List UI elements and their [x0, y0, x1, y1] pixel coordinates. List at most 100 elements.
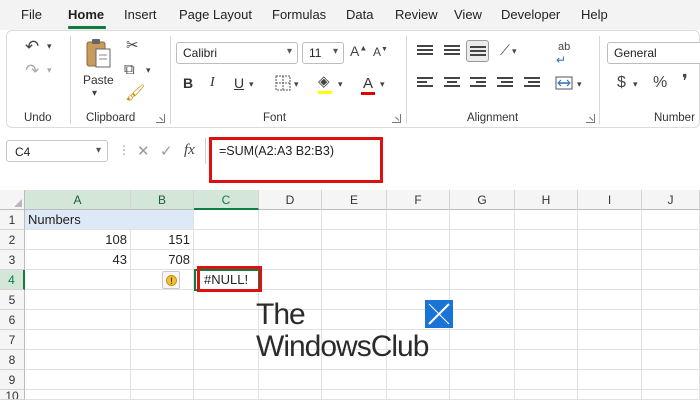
- grid-cell[interactable]: [578, 370, 642, 390]
- borders-dropdown-icon[interactable]: ▾: [294, 80, 299, 89]
- menu-formulas[interactable]: Formulas: [272, 7, 326, 22]
- grid-cell[interactable]: [450, 390, 515, 400]
- column-header-b[interactable]: B: [131, 190, 194, 210]
- grid-cell[interactable]: [387, 370, 450, 390]
- cell-b2[interactable]: 151: [131, 230, 194, 250]
- decrease-font-icon[interactable]: A▼: [373, 46, 388, 58]
- middle-align-icon[interactable]: [444, 45, 460, 57]
- select-all-corner[interactable]: [0, 190, 25, 210]
- column-header-a[interactable]: A: [25, 190, 131, 210]
- grid-cell[interactable]: [131, 290, 194, 310]
- row-header-3[interactable]: 3: [0, 250, 25, 270]
- grid-cell[interactable]: [131, 350, 194, 370]
- increase-indent-icon[interactable]: [524, 77, 540, 89]
- menu-data[interactable]: Data: [346, 7, 373, 22]
- grid-cell[interactable]: [450, 270, 515, 290]
- underline-dropdown-icon[interactable]: ▾: [249, 80, 254, 89]
- grid-cell[interactable]: [322, 310, 387, 330]
- bottom-align-button[interactable]: [466, 40, 489, 62]
- font-launcher-icon[interactable]: [392, 114, 401, 123]
- percent-button[interactable]: %: [653, 75, 667, 91]
- undo-icon[interactable]: ↶: [25, 38, 39, 55]
- grid-cell[interactable]: [515, 330, 578, 350]
- copy-dropdown-icon[interactable]: ▾: [146, 66, 151, 75]
- column-header-c[interactable]: C: [194, 190, 259, 210]
- increase-font-icon[interactable]: A▲: [350, 44, 367, 58]
- menu-developer[interactable]: Developer: [501, 7, 560, 22]
- grid-cell[interactable]: [194, 370, 259, 390]
- grid-cell[interactable]: [259, 370, 322, 390]
- grid-cell[interactable]: [387, 270, 450, 290]
- grid-cell[interactable]: [259, 270, 322, 290]
- menu-page-layout[interactable]: Page Layout: [179, 7, 252, 22]
- orientation-icon[interactable]: ⟋: [500, 43, 510, 57]
- font-color-dropdown-icon[interactable]: ▾: [380, 80, 385, 89]
- grid-cell[interactable]: [194, 330, 259, 350]
- insert-function-button[interactable]: fx: [184, 142, 195, 159]
- grid-cell[interactable]: [450, 310, 515, 330]
- font-family-select[interactable]: Calibri ▾: [176, 42, 298, 64]
- row-header-10[interactable]: 10: [0, 390, 25, 400]
- grid-cell[interactable]: [194, 230, 259, 250]
- row-header-6[interactable]: 6: [0, 310, 25, 330]
- name-box[interactable]: C4 ▾: [6, 140, 108, 162]
- font-size-select[interactable]: 11 ▾: [302, 42, 344, 64]
- grid-cell[interactable]: [578, 230, 642, 250]
- grid-cell[interactable]: [194, 390, 259, 400]
- grid-cell[interactable]: [578, 310, 642, 330]
- row-header-9[interactable]: 9: [0, 370, 25, 390]
- grid-cell[interactable]: [642, 290, 700, 310]
- redo-dropdown-icon[interactable]: ▾: [47, 66, 52, 75]
- cell-b3[interactable]: 708: [131, 250, 194, 270]
- grid-cell[interactable]: [194, 290, 259, 310]
- undo-dropdown-icon[interactable]: ▾: [47, 42, 52, 51]
- grid-cell[interactable]: [578, 330, 642, 350]
- grid-cell[interactable]: [259, 390, 322, 400]
- cut-icon[interactable]: ✂: [126, 38, 139, 53]
- grid-cell[interactable]: [642, 210, 700, 230]
- column-header-j[interactable]: J: [642, 190, 700, 210]
- grid-cell[interactable]: [322, 290, 387, 310]
- grid-cell[interactable]: [515, 310, 578, 330]
- row-header-5[interactable]: 5: [0, 290, 25, 310]
- grid-cell[interactable]: [642, 310, 700, 330]
- grid-cell[interactable]: [515, 250, 578, 270]
- grid-cell[interactable]: [642, 270, 700, 290]
- grid-cell[interactable]: [259, 230, 322, 250]
- grid-cell[interactable]: [25, 330, 131, 350]
- grid-cell[interactable]: [387, 390, 450, 400]
- grid-cell[interactable]: [450, 210, 515, 230]
- grid-cell[interactable]: [322, 230, 387, 250]
- paste-button[interactable]: Paste: [83, 73, 114, 87]
- currency-button[interactable]: $: [617, 75, 626, 91]
- grid-cell[interactable]: [578, 210, 642, 230]
- grid-cell[interactable]: [131, 370, 194, 390]
- grid-cell[interactable]: [194, 210, 259, 230]
- grid-cell[interactable]: [642, 250, 700, 270]
- redo-icon[interactable]: ↷: [25, 62, 39, 79]
- row-header-4[interactable]: 4: [0, 270, 25, 290]
- copy-icon[interactable]: ⧉: [124, 62, 135, 77]
- grid-cell[interactable]: [194, 310, 259, 330]
- enter-icon[interactable]: ✓: [160, 142, 173, 160]
- alignment-launcher-icon[interactable]: [586, 114, 595, 123]
- grid-cell[interactable]: [450, 350, 515, 370]
- menu-view[interactable]: View: [454, 7, 482, 22]
- top-align-icon[interactable]: [417, 45, 433, 57]
- wrap-text-icon[interactable]: ab: [558, 42, 570, 53]
- font-color-button[interactable]: A: [363, 75, 373, 92]
- grid-cell[interactable]: [450, 370, 515, 390]
- menu-insert[interactable]: Insert: [124, 7, 157, 22]
- center-align-icon[interactable]: [444, 77, 460, 89]
- grid-cell[interactable]: [387, 230, 450, 250]
- grid-cell[interactable]: [642, 350, 700, 370]
- error-check-button[interactable]: !: [162, 271, 180, 289]
- grid-cell[interactable]: [322, 370, 387, 390]
- grid-cell[interactable]: [25, 290, 131, 310]
- grid-cell[interactable]: [578, 250, 642, 270]
- right-align-icon[interactable]: [470, 77, 486, 89]
- grid-cell[interactable]: [131, 310, 194, 330]
- grid-cell[interactable]: [515, 350, 578, 370]
- grid-cell[interactable]: [194, 350, 259, 370]
- fill-color-dropdown-icon[interactable]: ▾: [338, 80, 343, 89]
